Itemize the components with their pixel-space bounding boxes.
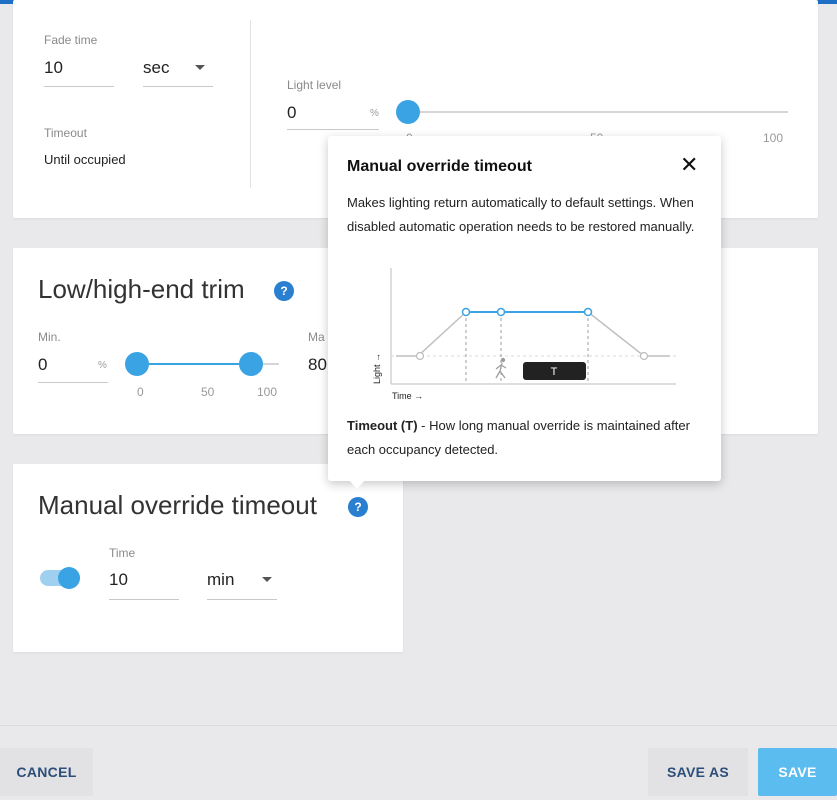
trim-max-thumb[interactable] xyxy=(239,352,263,376)
light-level-tick: 100 xyxy=(763,131,784,145)
diagram-xlabel: Time → xyxy=(392,391,423,401)
help-icon[interactable]: ? xyxy=(274,281,294,301)
diagram-ramp-down xyxy=(587,311,670,357)
chevron-down-icon[interactable] xyxy=(262,577,272,582)
light-level-input[interactable]: 0 xyxy=(287,103,296,123)
diagram-point xyxy=(461,307,471,317)
fade-time-input[interactable]: 10 xyxy=(44,58,63,78)
light-level-label: Light level xyxy=(287,78,342,92)
help-popover: Manual override timeout ✕ Makes lighting… xyxy=(328,136,721,489)
trim-min-unit: % xyxy=(98,360,107,371)
action-bar: CANCEL SAVE AS SAVE xyxy=(0,725,837,800)
fade-time-label: Fade time xyxy=(44,33,98,47)
trim-min-thumb[interactable] xyxy=(125,352,149,376)
override-time-underline xyxy=(109,599,179,600)
diagram-point xyxy=(583,307,593,317)
override-diagram: T Light → Time → xyxy=(372,268,676,401)
light-level-underline xyxy=(287,129,379,130)
diagram-t-badge: T xyxy=(551,366,558,378)
override-time-input[interactable]: 10 xyxy=(109,570,128,590)
trim-min-input[interactable]: 0 xyxy=(38,355,47,375)
trim-tick: 50 xyxy=(201,385,215,399)
trim-title: Low/high-end trim xyxy=(38,274,245,304)
timeout-value: Until occupied xyxy=(44,152,126,167)
diagram-point xyxy=(639,351,649,361)
fade-time-underline xyxy=(44,86,114,87)
popover-footer: Timeout (T) - How long manual override i… xyxy=(347,414,707,462)
override-unit-select[interactable]: min xyxy=(207,570,234,590)
trim-max-label: Ma xyxy=(308,330,325,344)
diagram-ramp-up xyxy=(396,311,467,357)
trim-tick: 100 xyxy=(257,385,278,399)
save-as-button[interactable]: SAVE AS xyxy=(648,748,748,796)
override-card: Manual override timeout ? Time 10 min xyxy=(13,464,403,652)
help-icon[interactable]: ? xyxy=(348,497,368,517)
trim-min-label: Min. xyxy=(38,330,61,344)
override-toggle-knob[interactable] xyxy=(58,567,80,589)
close-icon[interactable]: ✕ xyxy=(680,154,698,176)
trim-min-underline xyxy=(38,382,108,383)
fade-unit-select[interactable]: sec xyxy=(143,58,169,78)
trim-max-input[interactable]: 80 xyxy=(308,355,327,375)
popover-footer-term: Timeout (T) xyxy=(347,418,418,433)
override-time-label: Time xyxy=(109,546,136,560)
popover-arrow xyxy=(348,479,366,489)
timeout-label: Timeout xyxy=(44,126,87,140)
diagram-ylabel: Light → xyxy=(372,353,382,384)
override-unit-underline xyxy=(207,599,277,600)
light-level-thumb[interactable] xyxy=(396,100,420,124)
trim-tick: 0 xyxy=(137,385,144,399)
diagram-point xyxy=(415,351,425,361)
save-button[interactable]: SAVE xyxy=(758,748,837,796)
fade-unit-underline xyxy=(143,86,213,87)
trim-range-active xyxy=(137,363,252,365)
popover-body: Makes lighting return automatically to d… xyxy=(347,195,695,234)
diagram-point xyxy=(496,307,506,317)
override-title: Manual override timeout xyxy=(38,490,317,520)
light-level-unit: % xyxy=(370,108,379,119)
light-level-track[interactable] xyxy=(408,111,788,113)
vertical-divider xyxy=(250,20,251,188)
popover-title: Manual override timeout xyxy=(347,158,532,175)
chevron-down-icon[interactable] xyxy=(195,65,205,70)
cancel-button[interactable]: CANCEL xyxy=(0,748,93,796)
